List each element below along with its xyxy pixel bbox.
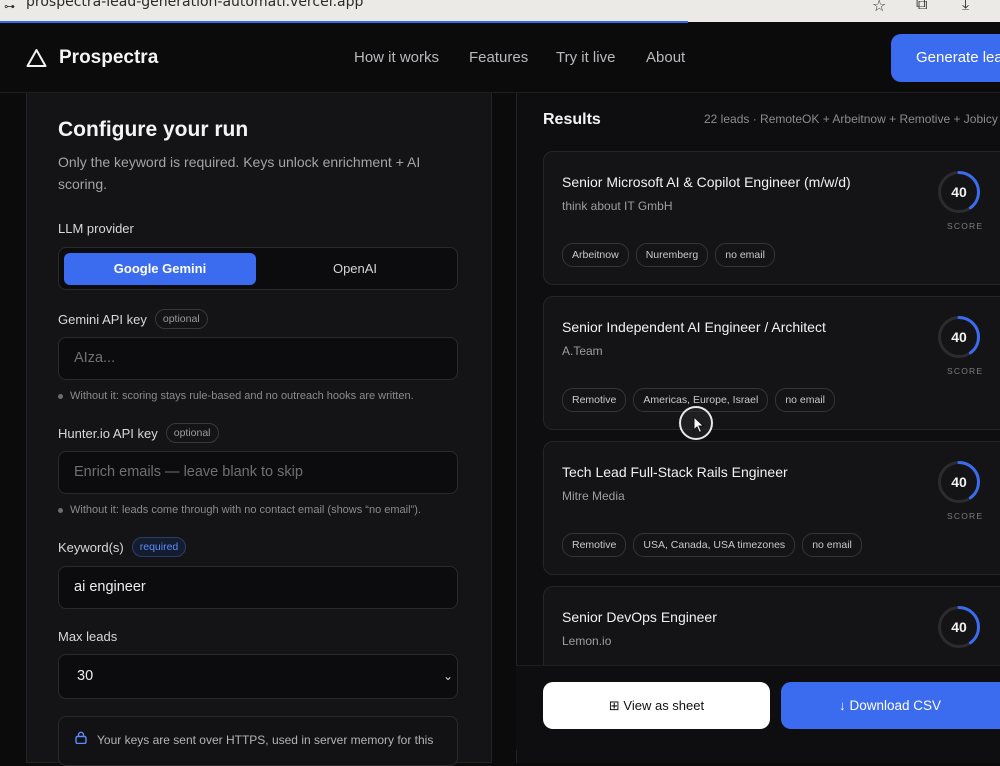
provider-gemini-option[interactable]: Google Gemini: [64, 253, 256, 285]
score-ring: 40: [937, 460, 981, 504]
lock-icon: [75, 731, 87, 744]
site-settings-icon[interactable]: ⊶: [4, 0, 18, 13]
email-status-tag: no email: [775, 388, 836, 412]
score-ring: 40: [937, 170, 981, 214]
llm-provider-toggle: Google Gemini OpenAI: [58, 247, 458, 290]
score-ring: 40: [937, 315, 981, 359]
email-status-tag: no email: [802, 533, 862, 557]
config-title: Configure your run: [58, 118, 249, 141]
extensions-icon[interactable]: ⧉: [916, 0, 927, 14]
optional-badge: optional: [154, 309, 208, 329]
hunter-key-hint-text: Without it: leads come through with no c…: [70, 504, 421, 516]
email-status-tag: no email: [715, 243, 775, 267]
nav-try-it-live[interactable]: Try it live: [556, 49, 615, 66]
source-tag: Arbeitnow: [562, 243, 629, 267]
download-csv-button[interactable]: ↓ Download CSV: [781, 682, 1000, 729]
max-leads-value: 30: [77, 668, 94, 684]
gemini-key-label-text: Gemini API key: [58, 311, 147, 327]
download-icon[interactable]: ⤓: [962, 0, 969, 14]
security-notice: Your keys are sent over HTTPS, used in s…: [58, 716, 458, 766]
keyword-label-text: Keyword(s): [58, 539, 124, 555]
score-label: SCORE: [947, 221, 984, 231]
hunter-key-label-text: Hunter.io API key: [58, 425, 158, 441]
max-leads-label-text: Max leads: [58, 629, 118, 644]
navbar: Prospectra How it works Features Try it …: [0, 23, 1000, 93]
score-label: SCORE: [947, 366, 984, 376]
gemini-key-hint: Without it: scoring stays rule-based and…: [58, 390, 414, 402]
grid-icon: ⊞: [608, 698, 620, 713]
score-value: 40: [951, 329, 967, 345]
nav-how-it-works[interactable]: How it works: [354, 49, 439, 66]
hunter-key-label: Hunter.io API key optional: [58, 423, 219, 443]
generate-leads-button[interactable]: Generate leads: [891, 34, 1000, 82]
bullet-dot-icon: [58, 393, 63, 399]
pointer-cursor-icon: [693, 416, 705, 434]
lead-card[interactable]: Senior Independent AI Engineer / Archite…: [543, 296, 1000, 430]
brand-name: Prospectra: [59, 47, 159, 68]
lead-company: Mitre Media: [562, 489, 625, 503]
view-as-sheet-label: View as sheet: [623, 698, 705, 713]
bookmark-star-icon[interactable]: ☆: [872, 0, 886, 16]
nav-about[interactable]: About: [646, 49, 685, 66]
results-summary: 22 leads · RemoteOK + Arbeitnow + Remoti…: [704, 112, 998, 126]
hunter-key-hint: Without it: leads come through with no c…: [58, 504, 421, 516]
score-value: 40: [951, 474, 967, 490]
browser-address-bar: ⊶ prospectra-lead-generation-automati.ve…: [0, 0, 1000, 22]
score-label: SCORE: [947, 511, 984, 521]
lead-card[interactable]: Tech Lead Full-Stack Rails Engineer Mitr…: [543, 441, 1000, 575]
max-leads-select[interactable]: 30 ⌄: [58, 654, 458, 699]
security-notice-text: Your keys are sent over HTTPS, used in s…: [97, 733, 434, 747]
optional-badge: optional: [165, 423, 219, 443]
gemini-api-key-input[interactable]: AIza...: [58, 337, 458, 380]
arrow-down-icon: ↓: [839, 698, 846, 713]
score-ring: 40: [937, 605, 981, 649]
lead-company: think about IT GmbH: [562, 199, 673, 213]
browser-url[interactable]: prospectra-lead-generation-automati.verc…: [26, 0, 363, 10]
nav-features[interactable]: Features: [469, 49, 528, 66]
provider-openai-option[interactable]: OpenAI: [259, 253, 451, 285]
lead-tags: Remotive USA, Canada, USA timezones no e…: [562, 533, 862, 557]
gemini-key-hint-text: Without it: scoring stays rule-based and…: [70, 390, 414, 402]
score-value: 40: [951, 184, 967, 200]
bullet-dot-icon: [58, 507, 63, 513]
download-csv-label: Download CSV: [849, 698, 942, 713]
lead-title: Tech Lead Full-Stack Rails Engineer: [562, 464, 788, 480]
keyword-input[interactable]: ai engineer: [58, 566, 458, 609]
lead-title: Senior DevOps Engineer: [562, 609, 717, 625]
lead-title: Senior Independent AI Engineer / Archite…: [562, 319, 826, 335]
view-as-sheet-button[interactable]: ⊞ View as sheet: [543, 682, 770, 729]
location-tag: USA, Canada, USA timezones: [633, 533, 796, 557]
llm-provider-label: LLM provider: [58, 221, 134, 236]
brand-logo[interactable]: Prospectra: [26, 47, 158, 69]
source-tag: Remotive: [562, 533, 627, 557]
llm-provider-label-text: LLM provider: [58, 221, 134, 236]
score-value: 40: [951, 619, 967, 635]
lead-company: A.Team: [562, 344, 603, 358]
hunter-api-key-input[interactable]: Enrich emails — leave blank to skip: [58, 451, 458, 494]
location-tag: Nuremberg: [635, 243, 709, 267]
max-leads-label: Max leads: [58, 629, 117, 644]
keyword-label: Keyword(s) required: [58, 537, 187, 557]
required-badge: required: [131, 537, 187, 557]
config-subtitle: Only the keyword is required. Keys unloc…: [58, 154, 421, 192]
gemini-key-label: Gemini API key optional: [58, 309, 208, 329]
lead-company: Lemon.io: [562, 634, 612, 648]
source-tag: Remotive: [562, 388, 627, 412]
lead-tags: Arbeitnow Nuremberg no email: [562, 243, 775, 267]
lead-card[interactable]: Senior Microsoft AI & Copilot Engineer (…: [543, 151, 1000, 285]
results-title: Results: [543, 111, 601, 128]
lead-title: Senior Microsoft AI & Copilot Engineer (…: [562, 174, 851, 190]
mouse-cursor-highlight: [679, 406, 713, 440]
chevron-down-icon: ⌄: [442, 669, 453, 683]
triangle-logo-icon: [26, 49, 47, 67]
